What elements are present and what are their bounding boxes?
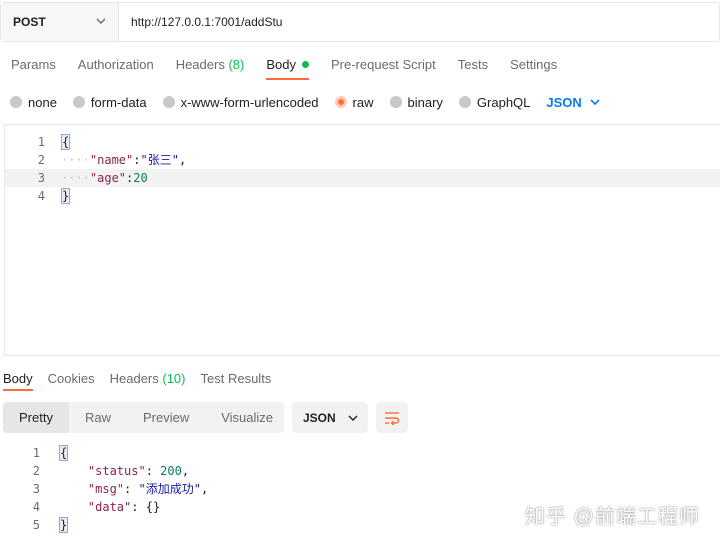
url-bar: POST http://127.0.0.1:7001/addStu xyxy=(0,2,720,42)
wrap-lines-icon xyxy=(385,411,400,425)
tab-test-results[interactable]: Test Results xyxy=(201,371,272,386)
radio-circle-icon xyxy=(334,96,347,108)
radio-graphql[interactable]: GraphQL xyxy=(458,94,531,110)
watermark: 知乎 @前端工程师 xyxy=(525,506,700,528)
code-line: 2 "status": 200, xyxy=(0,462,720,480)
headers-count: (8) xyxy=(228,56,245,72)
tab-body[interactable]: Body xyxy=(266,46,309,82)
tab-label: Authorization xyxy=(77,56,154,72)
body-type-options: none form-data x-www-form-urlencoded raw… xyxy=(10,90,600,114)
radio-binary[interactable]: binary xyxy=(389,94,443,110)
tab-label: Headers xyxy=(109,370,159,386)
request-body-editor[interactable]: 1 { 2 ····"name":"张三", 3 ····"age":20 4 … xyxy=(4,124,720,356)
visualize-button[interactable]: Visualize xyxy=(205,402,289,433)
radio-x-www-form-urlencoded[interactable]: x-www-form-urlencoded xyxy=(162,94,319,110)
radio-label: raw xyxy=(352,94,374,110)
raw-button[interactable]: Raw xyxy=(69,402,127,433)
body-format-label: JSON xyxy=(546,94,582,110)
headers-count: (10) xyxy=(162,370,186,386)
radio-circle-icon xyxy=(458,96,471,108)
tab-params[interactable]: Params xyxy=(11,46,56,82)
line-number: 3 xyxy=(37,171,45,185)
code-line: 1 { xyxy=(5,133,720,151)
tab-label: Pre-request Script xyxy=(330,56,436,72)
code-line: 3 "msg": "添加成功", xyxy=(0,480,720,498)
close-brace: } xyxy=(59,517,69,533)
line-number: 5 xyxy=(32,518,40,532)
tab-label: Params xyxy=(11,56,56,72)
json-key: "msg" xyxy=(87,482,125,496)
radio-label: x-www-form-urlencoded xyxy=(180,94,319,110)
body-indicator-dot xyxy=(301,60,309,68)
line-number: 3 xyxy=(32,482,40,496)
json-number-value: 200 xyxy=(160,464,182,478)
json-object-value: {} xyxy=(145,500,161,514)
tab-tests[interactable]: Tests xyxy=(458,46,488,82)
line-number: 4 xyxy=(32,500,40,514)
tab-pre-request-script[interactable]: Pre-request Script xyxy=(331,46,436,82)
json-string-value: "张三" xyxy=(140,153,179,167)
code-line-active: 3 ····"age":20 xyxy=(5,169,720,187)
tab-cookies[interactable]: Cookies xyxy=(48,371,95,386)
line-number: 1 xyxy=(37,135,45,149)
line-number: 2 xyxy=(32,464,40,478)
tab-settings[interactable]: Settings xyxy=(510,46,557,82)
json-number-value: 20 xyxy=(133,171,148,185)
radio-circle-icon xyxy=(162,96,175,108)
json-key: "data" xyxy=(87,500,132,514)
pretty-button[interactable]: Pretty xyxy=(3,402,69,433)
radio-none[interactable]: none xyxy=(10,95,57,110)
tab-headers[interactable]: Headers (8) xyxy=(176,46,245,82)
line-number: 4 xyxy=(37,189,45,203)
tab-label: Tests xyxy=(457,56,489,72)
open-brace: { xyxy=(59,445,69,461)
radio-label: binary xyxy=(407,94,443,110)
json-key: "age" xyxy=(89,171,127,185)
whitespace-marker: ···· xyxy=(61,153,90,167)
code-line: 1 { xyxy=(0,444,720,462)
radio-circle-icon xyxy=(389,96,402,108)
close-brace: } xyxy=(61,188,71,204)
tab-label: Settings xyxy=(510,56,558,72)
code-line: 2 ····"name":"张三", xyxy=(5,151,720,169)
tab-label: Cookies xyxy=(47,370,95,386)
tab-label: Test Results xyxy=(200,370,272,386)
radio-label: GraphQL xyxy=(476,94,531,110)
code-line: 4 } xyxy=(5,187,720,205)
radio-circle-icon xyxy=(10,96,22,108)
tab-response-body[interactable]: Body xyxy=(3,370,33,391)
json-string-value: "添加成功" xyxy=(138,482,201,496)
open-brace: { xyxy=(61,134,71,150)
tab-label: Body xyxy=(3,370,33,386)
radio-raw[interactable]: raw xyxy=(334,94,374,110)
method-select[interactable]: POST xyxy=(1,3,119,41)
wrap-lines-button[interactable] xyxy=(376,402,408,433)
chevron-down-icon xyxy=(96,18,106,24)
preview-button[interactable]: Preview xyxy=(127,402,205,433)
tab-response-headers[interactable]: Headers (10) xyxy=(110,371,186,386)
chevron-down-icon xyxy=(590,99,600,106)
response-format-label: JSON xyxy=(303,410,336,425)
view-mode-group: Pretty Raw Preview Visualize xyxy=(3,402,284,433)
response-format-select[interactable]: JSON xyxy=(292,402,368,433)
body-format-select[interactable]: JSON xyxy=(546,94,600,110)
radio-label: none xyxy=(28,94,57,110)
request-tabs: Params Authorization Headers (8) Body Pr… xyxy=(0,46,568,82)
chevron-down-icon xyxy=(348,415,358,421)
json-key: "status" xyxy=(87,464,146,478)
radio-label: form-data xyxy=(90,94,147,110)
radio-form-data[interactable]: form-data xyxy=(72,94,147,110)
url-input[interactable]: http://127.0.0.1:7001/addStu xyxy=(119,3,719,41)
whitespace-marker: ···· xyxy=(61,171,90,185)
method-label: POST xyxy=(13,15,46,29)
json-key: "name" xyxy=(89,153,134,167)
tab-label: Body xyxy=(266,56,296,72)
line-number: 1 xyxy=(32,446,40,460)
line-number: 2 xyxy=(37,153,45,167)
radio-circle-icon xyxy=(72,96,85,108)
tab-authorization[interactable]: Authorization xyxy=(78,46,154,82)
tab-label: Headers xyxy=(175,56,225,72)
response-tabs: Body Cookies Headers (10) Test Results xyxy=(0,366,283,391)
